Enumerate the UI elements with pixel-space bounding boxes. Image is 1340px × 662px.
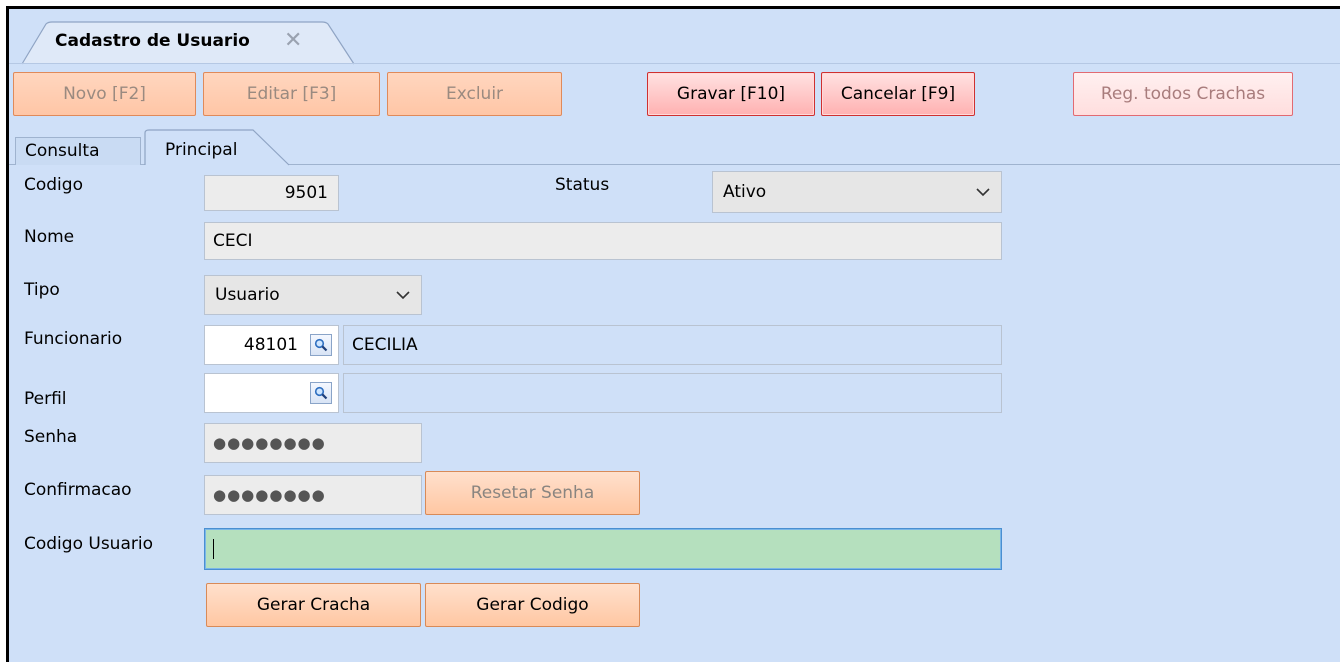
nome-label: Nome [24,227,75,247]
magnifier-icon [314,386,328,400]
codigo-field[interactable]: 9501 [204,175,339,211]
tab-consulta-label: Consulta [25,141,100,161]
perfil-label: Perfil [24,389,67,409]
gerar-cracha-button[interactable]: Gerar Cracha [206,583,421,627]
codigo-usuario-field[interactable] [204,528,1002,570]
codigo-label: Codigo [24,175,83,195]
funcionario-lookup-button[interactable] [310,334,332,356]
cancelar-button[interactable]: Cancelar [F9] [821,72,975,116]
reg-todos-crachas-button[interactable]: Reg. todos Crachas [1073,72,1293,116]
senha-masked-value: ●●●●●●●● [213,434,326,452]
app-window: Cadastro de Usuario ✕ Novo [F2] Editar [… [6,6,1340,662]
tipo-select-value: Usuario [215,285,280,305]
confirmacao-label: Confirmacao [24,480,132,500]
novo-button[interactable]: Novo [F2] [13,72,196,116]
gerar-codigo-button[interactable]: Gerar Codigo [425,583,640,627]
resetar-senha-button[interactable]: Resetar Senha [425,471,640,515]
excluir-button[interactable]: Excluir [387,72,562,116]
codigo-usuario-label: Codigo Usuario [24,534,153,554]
senha-field[interactable]: ●●●●●●●● [204,423,422,463]
document-tab-title: Cadastro de Usuario [55,31,250,51]
text-cursor [213,539,214,559]
editar-button[interactable]: Editar [F3] [203,72,380,116]
senha-label: Senha [24,427,78,447]
tipo-label: Tipo [24,280,60,300]
tipo-select[interactable]: Usuario [204,275,422,315]
tab-principal-label: Principal [165,140,238,160]
gravar-button[interactable]: Gravar [F10] [647,72,815,116]
status-select-value: Ativo [723,182,767,202]
magnifier-icon [314,338,328,352]
toolbar: Novo [F2] Editar [F3] Excluir Gravar [F1… [9,63,1340,116]
perfil-name-field [343,373,1002,413]
confirmacao-field[interactable]: ●●●●●●●● [204,475,422,515]
chevron-down-icon [396,291,410,300]
chevron-down-icon [976,188,990,197]
funcionario-label: Funcionario [24,329,123,349]
nome-field[interactable]: CECI [204,222,1002,260]
confirmacao-masked-value: ●●●●●●●● [213,486,326,504]
status-label: Status [555,175,610,195]
perfil-lookup-button[interactable] [310,382,332,404]
close-icon[interactable]: ✕ [284,28,302,54]
status-select[interactable]: Ativo [712,171,1002,213]
funcionario-name-field: CECILIA [343,325,1002,365]
